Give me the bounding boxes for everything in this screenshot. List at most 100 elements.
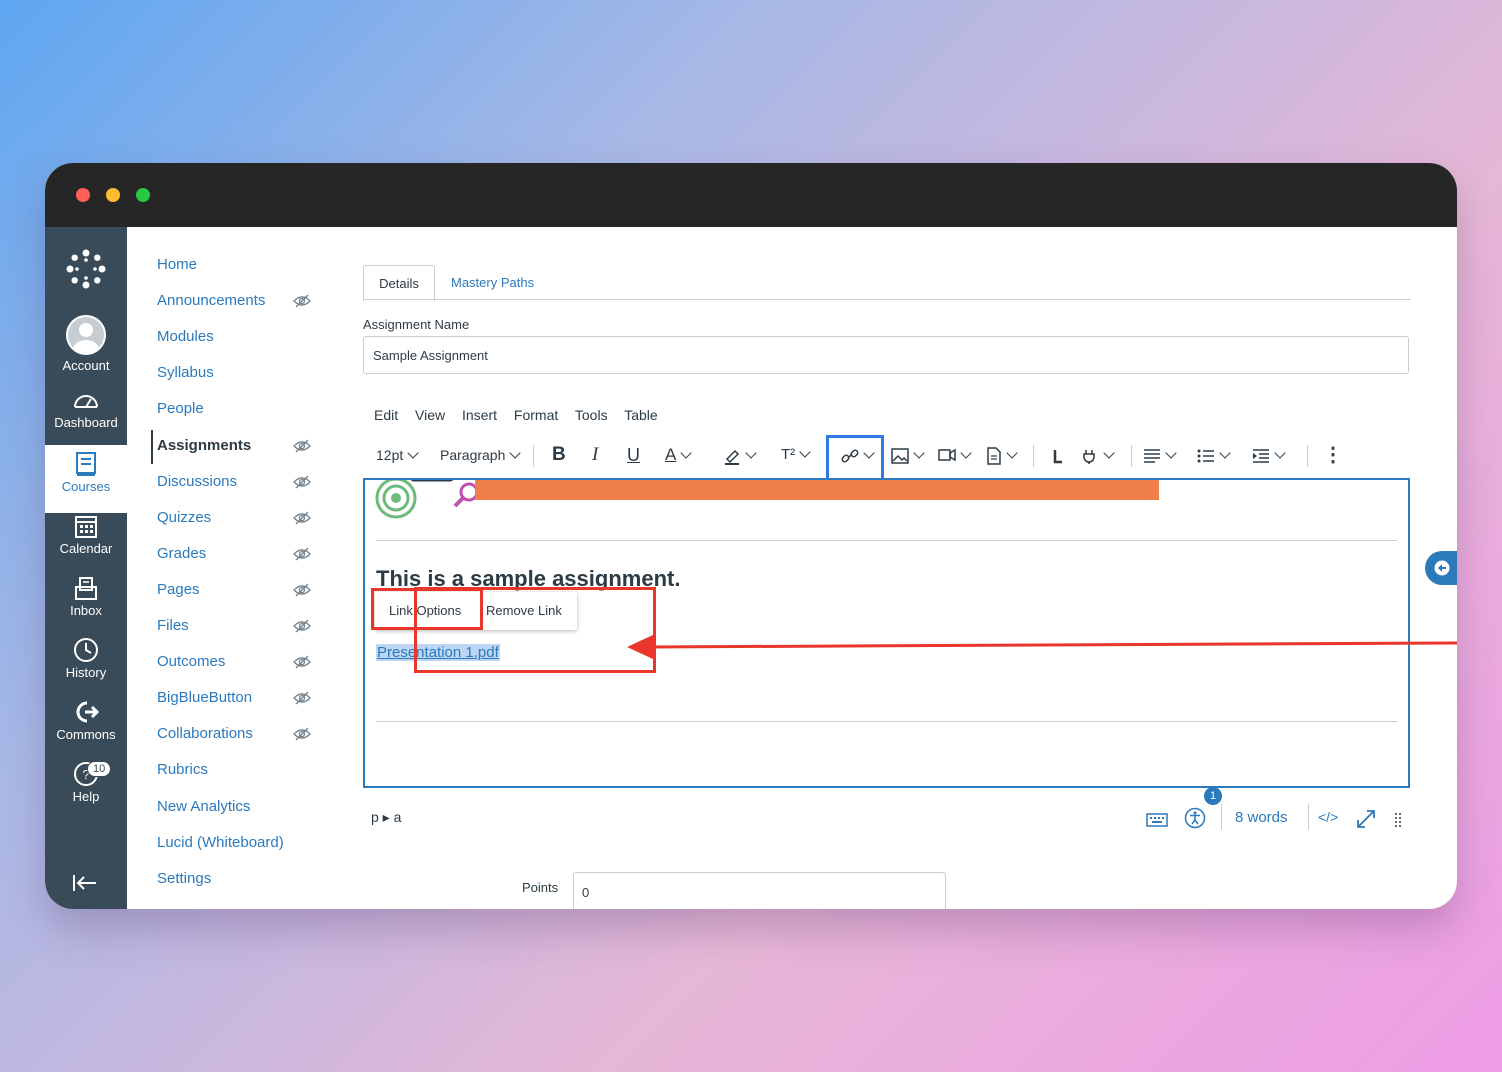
global-navigation: Account Dashboard Courses Calendar Inbox…	[45, 227, 127, 909]
menu-tools[interactable]: Tools	[575, 407, 608, 423]
course-nav-item[interactable]: Announcements	[157, 292, 265, 316]
zoom-window-button[interactable]	[136, 188, 150, 202]
element-path: p ▸ a	[371, 809, 402, 825]
superscript-button[interactable]: T²	[781, 435, 811, 475]
global-nav-history[interactable]: History	[45, 637, 127, 699]
font-size-dropdown[interactable]: 12pt	[376, 435, 419, 475]
editor-statusbar: p ▸ a 1 8 words </>	[363, 787, 1410, 834]
bullet-list-icon	[1197, 449, 1214, 463]
calendar-icon	[75, 516, 97, 538]
tab-mastery-paths[interactable]: Mastery Paths	[451, 265, 534, 300]
media-button[interactable]	[938, 435, 972, 475]
global-nav-account[interactable]: Account	[45, 315, 127, 377]
underline-button[interactable]: U	[627, 435, 640, 475]
course-nav-item[interactable]: People	[157, 400, 204, 424]
hidden-from-students-icon	[293, 475, 311, 489]
menu-edit[interactable]: Edit	[374, 407, 398, 423]
hidden-from-students-icon	[293, 655, 311, 669]
canvas-logo-icon[interactable]	[64, 247, 108, 291]
course-nav-item[interactable]: Home	[157, 256, 197, 280]
indent-button[interactable]	[1252, 435, 1286, 475]
apps-button[interactable]	[1081, 435, 1115, 475]
link-button[interactable]	[841, 435, 875, 475]
document-button[interactable]	[986, 435, 1018, 475]
menu-format[interactable]: Format	[514, 407, 558, 423]
course-nav-item[interactable]: Discussions	[157, 473, 237, 497]
global-nav-help[interactable]: ? 10 Help	[45, 761, 127, 823]
assignment-name-input[interactable]: Sample Assignment	[363, 336, 1409, 374]
accessibility-icon[interactable]	[1184, 807, 1206, 829]
global-nav-label: Account	[62, 358, 110, 373]
list-button[interactable]	[1197, 435, 1231, 475]
tab-details[interactable]: Details	[363, 265, 435, 301]
word-count[interactable]: 8 words	[1235, 809, 1288, 826]
course-nav-item[interactable]: Collaborations	[157, 725, 253, 749]
editor-toolbar: 12pt Paragraph B I U A T² ⋮	[363, 435, 1363, 481]
fullscreen-icon[interactable]	[1355, 808, 1377, 830]
course-nav-item[interactable]: BigBlueButton	[157, 689, 252, 713]
italic-button[interactable]: I	[592, 435, 598, 475]
image-button[interactable]	[891, 435, 925, 475]
course-nav-item[interactable]: Rubrics	[157, 761, 208, 785]
global-nav-inbox[interactable]: Inbox	[45, 575, 127, 637]
course-nav-item[interactable]: Outcomes	[157, 653, 225, 677]
course-nav-item[interactable]: Grades	[157, 545, 206, 569]
banner-image	[475, 480, 1159, 500]
points-input[interactable]: 0	[573, 872, 946, 909]
toolbar-separator	[1307, 445, 1308, 467]
course-nav-item[interactable]: New Analytics	[157, 798, 250, 822]
align-button[interactable]	[1143, 435, 1177, 475]
font-size-value: 12pt	[376, 447, 404, 463]
global-nav-commons[interactable]: Commons	[45, 699, 127, 761]
keyboard-icon[interactable]	[1146, 810, 1168, 828]
course-nav-item[interactable]: Files	[157, 617, 189, 641]
active-indicator	[151, 430, 153, 464]
course-nav-item[interactable]: Pages	[157, 581, 200, 605]
collapse-nav-icon[interactable]	[72, 873, 98, 899]
toolbar-separator	[1033, 445, 1034, 467]
text-color-button[interactable]: A	[665, 435, 693, 475]
equation-button[interactable]	[1051, 435, 1067, 475]
block-format-dropdown[interactable]: Paragraph	[440, 435, 522, 475]
align-left-icon	[1144, 449, 1160, 464]
resize-handle-icon[interactable]	[1394, 812, 1402, 828]
assignment-name-label: Assignment Name	[363, 317, 470, 332]
menu-insert[interactable]: Insert	[462, 407, 497, 423]
global-nav-label: Inbox	[70, 603, 102, 618]
link-icon	[841, 449, 859, 463]
global-nav-dashboard[interactable]: Dashboard	[45, 389, 127, 451]
indent-icon	[1253, 449, 1269, 464]
floating-help-button[interactable]	[1425, 551, 1457, 585]
toolbar-separator	[533, 445, 534, 467]
course-nav-item[interactable]: Settings	[157, 870, 211, 894]
minimize-window-button[interactable]	[106, 188, 120, 202]
editor-divider	[376, 721, 1397, 722]
tab-divider	[363, 299, 1411, 300]
highlight-color-button[interactable]	[723, 435, 757, 475]
course-nav-item[interactable]: Lucid (Whiteboard)	[157, 834, 284, 858]
menu-view[interactable]: View	[415, 407, 445, 423]
more-options-icon[interactable]: ⋮	[1323, 435, 1343, 475]
assignment-editor: Details Mastery Paths Assignment Name Sa…	[327, 227, 1457, 909]
window-titlebar	[45, 163, 1457, 227]
app-window: Account Dashboard Courses Calendar Inbox…	[45, 163, 1457, 909]
course-nav-item[interactable]: Syllabus	[157, 364, 214, 388]
hidden-from-students-icon	[293, 439, 311, 453]
global-nav-label: Calendar	[59, 541, 113, 556]
html-editor-toggle[interactable]: </>	[1318, 809, 1338, 825]
menu-table[interactable]: Table	[624, 407, 657, 423]
course-nav-item[interactable]: Modules	[157, 328, 214, 352]
bold-button[interactable]: B	[552, 435, 566, 475]
global-nav-calendar[interactable]: Calendar	[45, 513, 127, 575]
highlighter-icon	[725, 450, 740, 466]
annotation-arrow-icon	[627, 635, 1457, 659]
close-window-button[interactable]	[76, 188, 90, 202]
document-icon	[987, 447, 1001, 466]
course-nav-item[interactable]: Quizzes	[157, 509, 211, 533]
global-nav-courses[interactable]: Courses	[45, 445, 127, 513]
help-notification-badge: 10	[87, 761, 112, 777]
global-nav-label: History	[65, 665, 107, 680]
course-nav-item[interactable]: Assignments	[157, 437, 251, 461]
hidden-from-students-icon	[293, 619, 311, 633]
accessibility-issue-badge: 1	[1204, 787, 1222, 805]
